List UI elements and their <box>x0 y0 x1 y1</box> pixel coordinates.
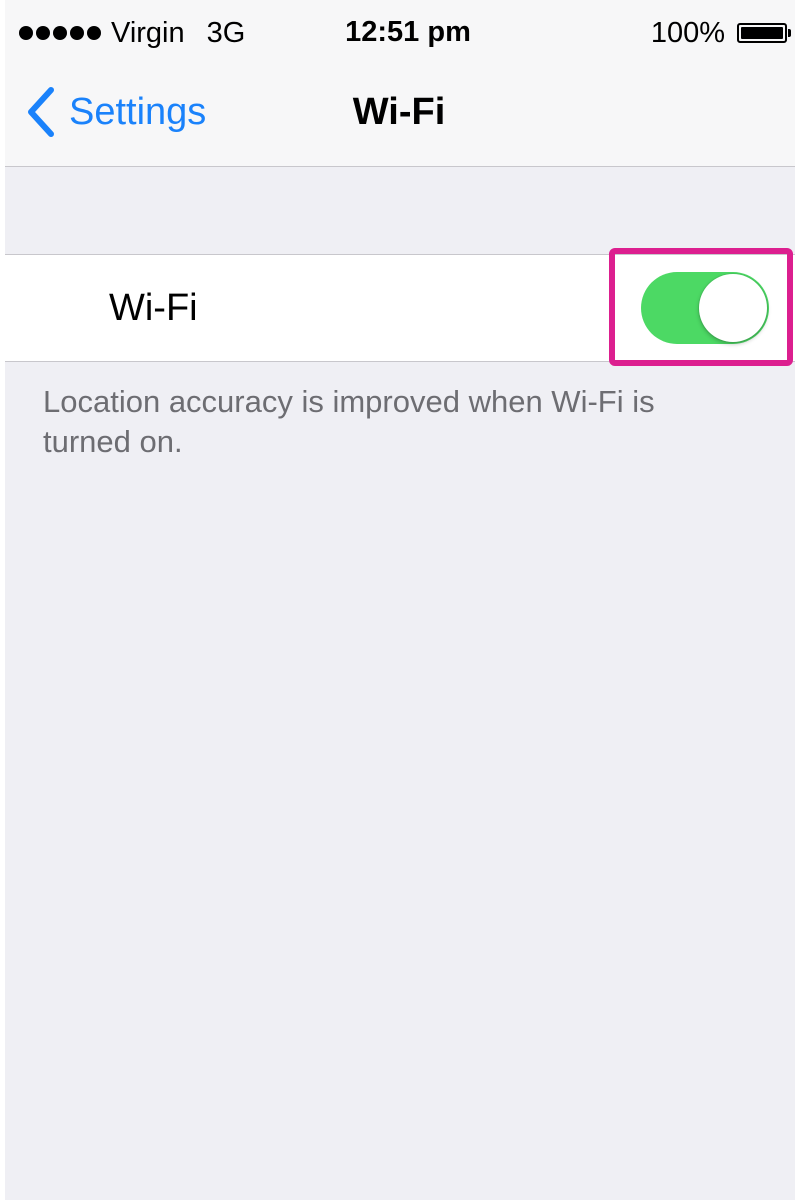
toggle-highlight-box <box>609 248 793 366</box>
header: Virgin 3G 12:51 pm 100% Settings Wi-Fi <box>5 0 795 167</box>
battery-icon <box>737 23 791 43</box>
nav-bar: Settings Wi-Fi <box>5 62 795 166</box>
wifi-settings-screen: Virgin 3G 12:51 pm 100% Settings Wi-Fi W… <box>5 0 795 1200</box>
wifi-row-label: Wi-Fi <box>109 287 198 329</box>
page-title: Wi-Fi <box>352 91 446 133</box>
wifi-footer-note: Location accuracy is improved when Wi-Fi… <box>43 384 655 459</box>
battery-percent: 100% <box>650 16 725 49</box>
status-bar: Virgin 3G 12:51 pm 100% <box>5 0 795 62</box>
status-right: 100% <box>650 16 791 50</box>
battery-fill <box>741 27 783 39</box>
battery-nub <box>788 29 791 37</box>
